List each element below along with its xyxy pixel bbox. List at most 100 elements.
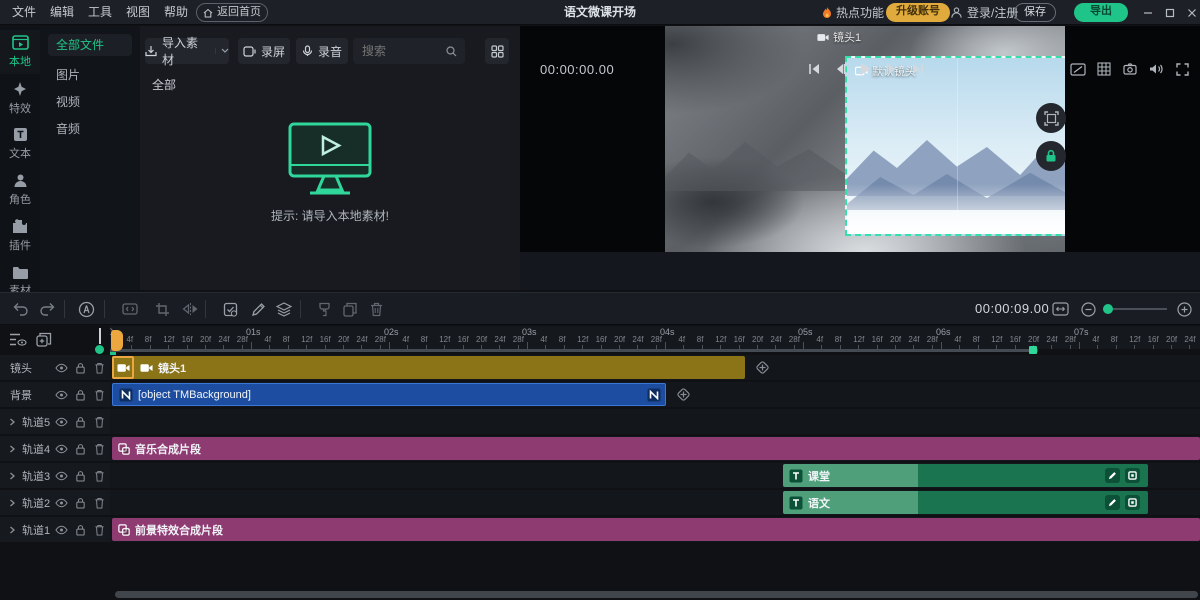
sidebar-item-text[interactable]: 文本: [0, 122, 40, 166]
hot-features-button[interactable]: 热点功能: [822, 0, 884, 25]
render-range-marker[interactable]: [1029, 346, 1037, 354]
transform-tool-button[interactable]: [1036, 103, 1066, 133]
chevron-down-icon[interactable]: [215, 48, 229, 54]
lock-icon[interactable]: [72, 443, 88, 455]
grid-view-toggle[interactable]: [485, 38, 509, 64]
category-images[interactable]: 图片: [48, 64, 132, 86]
skip-to-end-button[interactable]: [906, 59, 928, 79]
upgrade-account-button[interactable]: 升级账号: [886, 3, 950, 22]
track-header-轨道5[interactable]: 轨道5: [0, 409, 110, 434]
mirror-display-icon[interactable]: [1068, 60, 1088, 78]
play-button[interactable]: [854, 59, 876, 79]
track-header-轨道2[interactable]: 轨道2: [0, 490, 110, 515]
trash-icon[interactable]: [91, 416, 107, 428]
track-header-背景[interactable]: 背景: [0, 382, 110, 407]
clip-style-button[interactable]: [1125, 468, 1140, 483]
import-media-button[interactable]: 导入素材: [145, 38, 229, 64]
clip-thumb-selected[interactable]: [112, 356, 134, 379]
add-keyframe-diamond-button[interactable]: [753, 358, 772, 377]
trash-icon[interactable]: [91, 470, 107, 482]
trash-icon[interactable]: [91, 497, 107, 509]
login-register-button[interactable]: 登录/注册: [950, 0, 1018, 25]
background-source-icon[interactable]: [647, 388, 661, 402]
track-header-轨道4[interactable]: 轨道4: [0, 436, 110, 461]
sidebar-item-character[interactable]: 角色: [0, 168, 40, 212]
eye-icon[interactable]: [53, 363, 69, 373]
timeline-clip[interactable]: [object TMBackground]: [112, 383, 666, 406]
menu-view[interactable]: 视图: [126, 0, 150, 25]
eye-icon[interactable]: [53, 471, 69, 481]
trash-icon[interactable]: [91, 443, 107, 455]
lock-icon[interactable]: [72, 497, 88, 509]
clip-style-button[interactable]: [1125, 495, 1140, 510]
track-header-镜头[interactable]: 镜头: [0, 355, 110, 380]
lock-icon[interactable]: [72, 389, 88, 401]
trash-icon[interactable]: [91, 524, 107, 536]
eye-icon[interactable]: [53, 525, 69, 535]
sidebar-item-effects[interactable]: 特效: [0, 76, 40, 120]
fit-timeline-icon[interactable]: [1050, 300, 1070, 318]
eye-icon[interactable]: [53, 390, 69, 400]
edit-pen-icon[interactable]: [248, 300, 268, 318]
default-camera-frame[interactable]: 默认镜头: [845, 56, 1065, 236]
lock-icon[interactable]: [72, 416, 88, 428]
redo-icon[interactable]: [38, 300, 58, 318]
track-header-轨道1[interactable]: 轨道1: [0, 517, 110, 542]
flip-icon[interactable]: [180, 300, 200, 318]
save-button[interactable]: 保存: [1014, 3, 1056, 22]
timeline-clip[interactable]: 前景特效合成片段: [112, 518, 1200, 541]
lock-icon[interactable]: [72, 470, 88, 482]
track-manager-icon[interactable]: [8, 330, 28, 348]
playhead-handle[interactable]: [95, 345, 104, 354]
timeline-zoom-handle[interactable]: [1103, 304, 1113, 314]
category-audio[interactable]: 音频: [48, 118, 132, 140]
format-brush-icon[interactable]: [314, 300, 334, 318]
trash-icon[interactable]: [91, 389, 107, 401]
category-all-files[interactable]: 全部文件: [48, 34, 132, 56]
timeline-clip[interactable]: 音乐合成片段: [112, 437, 1200, 460]
category-videos[interactable]: 视频: [48, 91, 132, 113]
in-point-marker[interactable]: [111, 330, 123, 351]
track-header-轨道3[interactable]: 轨道3: [0, 463, 110, 488]
clip-edit-pen-button[interactable]: [1105, 495, 1120, 510]
menu-edit[interactable]: 编辑: [50, 0, 74, 25]
fullscreen-icon[interactable]: [1172, 60, 1192, 78]
copy-icon[interactable]: [340, 300, 360, 318]
delete-icon[interactable]: [366, 300, 386, 318]
layers-icon[interactable]: [274, 300, 294, 318]
timeline-clip[interactable]: 语文: [783, 491, 1148, 514]
lock-camera-button[interactable]: [1036, 141, 1066, 171]
eye-icon[interactable]: [53, 498, 69, 508]
menu-file[interactable]: 文件: [12, 0, 36, 25]
next-frame-button[interactable]: [880, 59, 902, 79]
export-button[interactable]: 导出: [1074, 3, 1128, 22]
add-track-icon[interactable]: [34, 330, 54, 348]
minimize-button[interactable]: [1138, 0, 1158, 25]
zoom-in-icon[interactable]: [1174, 300, 1194, 318]
track-lane-轨道5[interactable]: [110, 409, 1200, 434]
undo-icon[interactable]: [10, 300, 30, 318]
snapshot-camera-icon[interactable]: [1120, 60, 1140, 78]
menu-tools[interactable]: 工具: [88, 0, 112, 25]
add-keyframe-diamond-button[interactable]: [674, 385, 693, 404]
filter-all-label[interactable]: 全部: [152, 76, 176, 93]
skip-to-start-button[interactable]: [803, 59, 825, 79]
grid-overlay-icon[interactable]: [1094, 60, 1114, 78]
eye-icon[interactable]: [53, 444, 69, 454]
timeline-clip[interactable]: 课堂: [783, 464, 1148, 487]
volume-icon[interactable]: [1146, 60, 1166, 78]
search-field[interactable]: [353, 44, 446, 58]
checklist-icon[interactable]: [220, 300, 240, 318]
clip-edit-pen-button[interactable]: [1105, 468, 1120, 483]
zoom-out-icon[interactable]: [1078, 300, 1098, 318]
timeline-clip[interactable]: 镜头1: [112, 356, 745, 379]
trash-icon[interactable]: [91, 362, 107, 374]
search-input[interactable]: [353, 38, 465, 64]
playhead-line[interactable]: [99, 328, 101, 344]
auto-ripple-icon[interactable]: [76, 300, 96, 318]
sidebar-item-plugins[interactable]: 插件: [0, 214, 40, 258]
eye-icon[interactable]: [53, 417, 69, 427]
record-screen-button[interactable]: 录屏: [238, 38, 290, 64]
lock-icon[interactable]: [72, 524, 88, 536]
back-to-home-button[interactable]: 返回首页: [196, 3, 268, 22]
